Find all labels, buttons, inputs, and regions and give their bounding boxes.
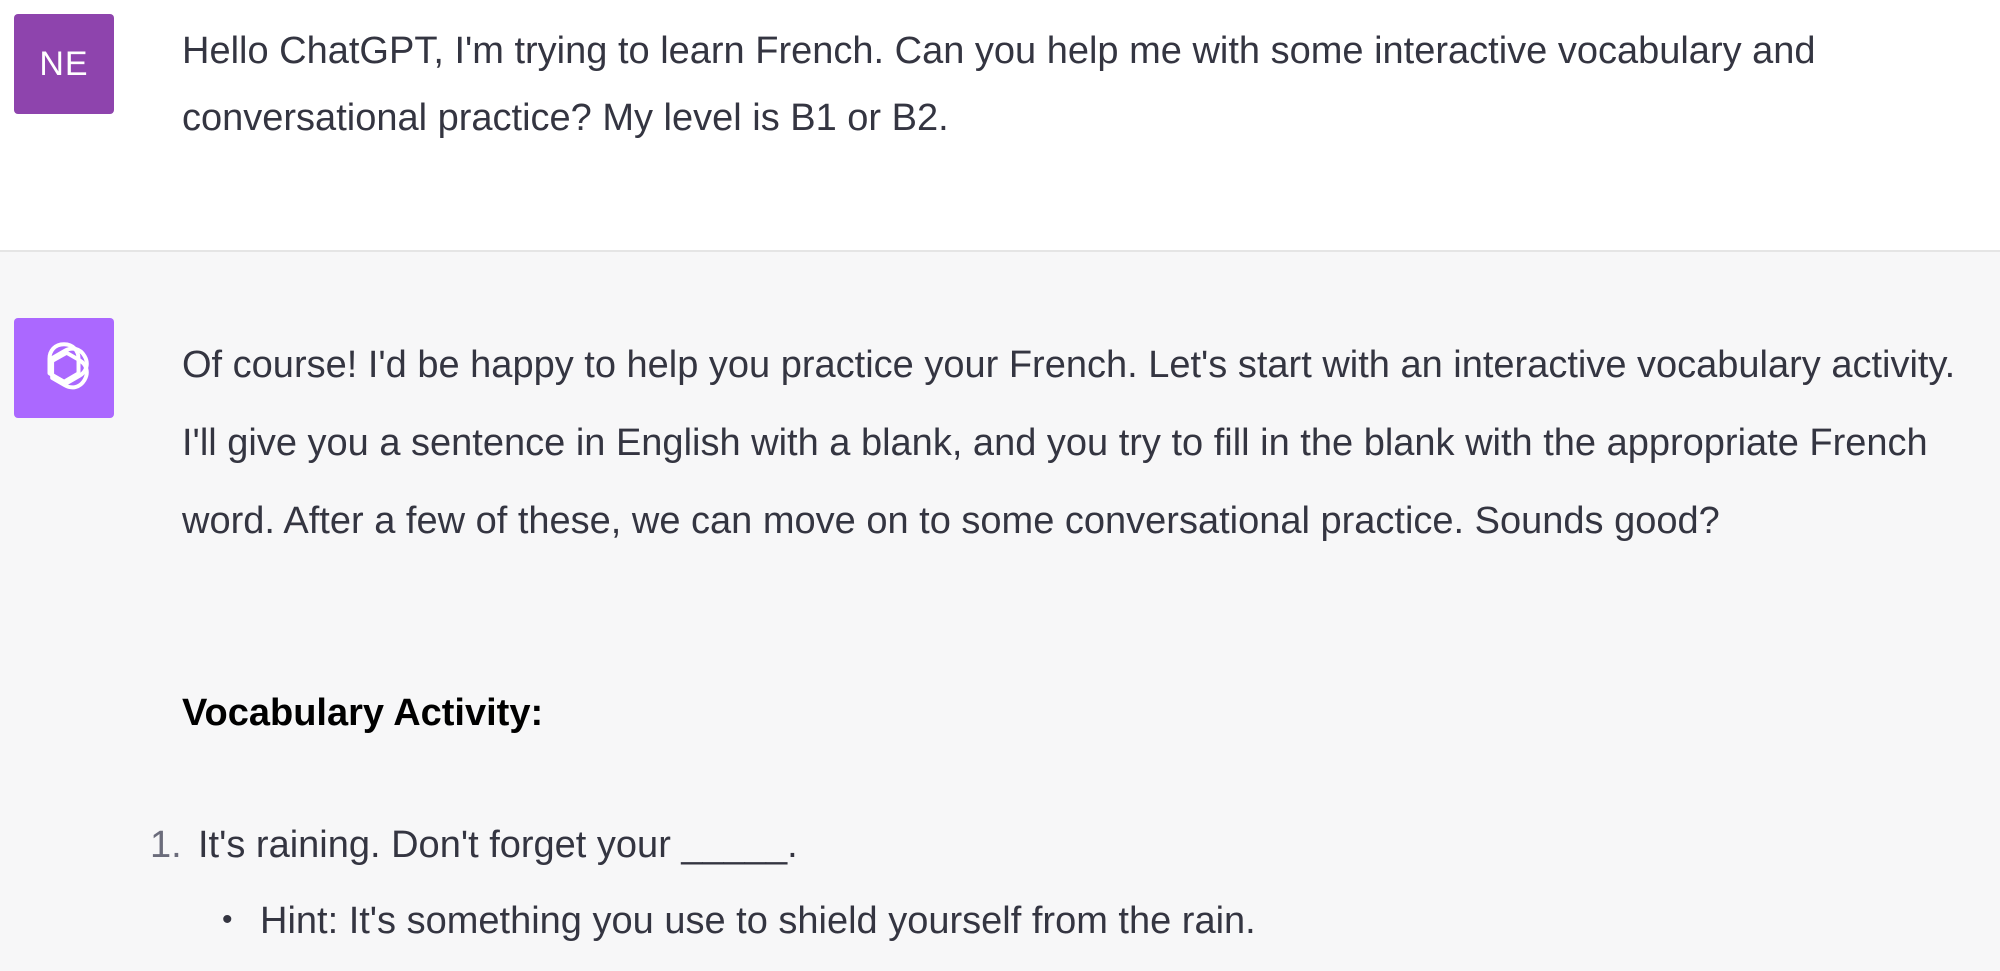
- bullet-icon: •: [222, 903, 233, 936]
- list-item: 1. It's raining. Don't forget your _____.: [150, 824, 798, 867]
- assistant-message: Of course! I'd be happy to help you prac…: [0, 252, 2000, 971]
- assistant-avatar: [14, 318, 114, 418]
- user-avatar: NE: [14, 14, 114, 114]
- openai-logo-icon: [47, 342, 89, 390]
- list-item-hint: • Hint: It's something you use to shield …: [222, 900, 1256, 943]
- list-item-text: It's raining. Don't forget your _____.: [198, 824, 798, 866]
- list-item-hint-text: Hint: It's something you use to shield y…: [260, 900, 1256, 942]
- user-message-text: Hello ChatGPT, I'm trying to learn Frenc…: [182, 30, 1816, 139]
- user-avatar-initials: NE: [39, 44, 89, 83]
- vocabulary-heading: Vocabulary Activity:: [182, 692, 544, 734]
- user-message: NE Hello ChatGPT, I'm trying to learn Fr…: [0, 0, 2000, 250]
- assistant-intro-text: Of course! I'd be happy to help you prac…: [182, 344, 1956, 542]
- list-item-number: 1.: [150, 824, 182, 866]
